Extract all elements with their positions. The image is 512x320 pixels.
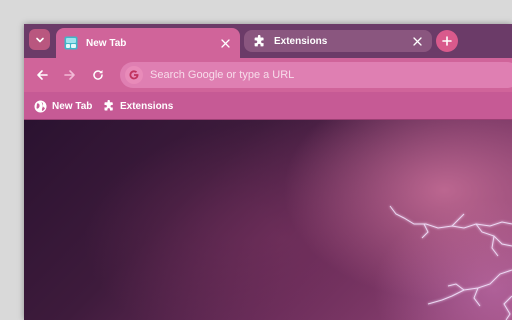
tab-extensions[interactable]: Extensions	[244, 30, 432, 52]
new-tab-page-background	[24, 120, 512, 320]
close-icon	[412, 36, 422, 46]
reload-icon	[93, 70, 103, 80]
chevron-down-icon	[35, 37, 44, 42]
tab-title: New Tab	[86, 37, 127, 49]
omnibox-input[interactable]	[150, 69, 450, 81]
tab-title: Extensions	[274, 35, 328, 47]
back-button[interactable]	[32, 65, 52, 85]
google-icon	[125, 66, 143, 84]
bookmark-label: Extensions	[120, 100, 174, 112]
new-tab-icon	[64, 36, 78, 50]
new-tab-button[interactable]	[436, 30, 458, 52]
close-icon	[220, 38, 230, 48]
forward-button[interactable]	[60, 65, 80, 85]
toolbar	[24, 58, 512, 92]
arrow-left-icon	[37, 70, 48, 80]
arrow-right-icon	[64, 70, 75, 80]
browser-window: New Tab Extensions Search Google or type…	[24, 24, 512, 320]
puzzle-piece-icon	[252, 34, 266, 48]
bookmarks-bar: New Tab Extensions	[24, 92, 512, 120]
globe-icon	[34, 100, 47, 113]
omnibox[interactable]	[120, 62, 512, 88]
lightning-wallpaper-image	[389, 205, 512, 320]
tab-strip: New Tab Extensions	[24, 24, 512, 58]
bookmark-extensions[interactable]: Extensions	[102, 98, 173, 114]
close-tab-button[interactable]	[218, 36, 232, 50]
plus-icon	[442, 36, 452, 46]
puzzle-piece-icon	[102, 100, 115, 113]
tab-search-button[interactable]	[29, 29, 50, 50]
reload-button[interactable]	[88, 65, 108, 85]
bookmark-new-tab[interactable]: New Tab	[34, 98, 92, 114]
bookmark-label: New Tab	[52, 100, 93, 112]
close-tab-button[interactable]	[410, 34, 424, 48]
tab-new-tab[interactable]: New Tab	[56, 28, 240, 58]
